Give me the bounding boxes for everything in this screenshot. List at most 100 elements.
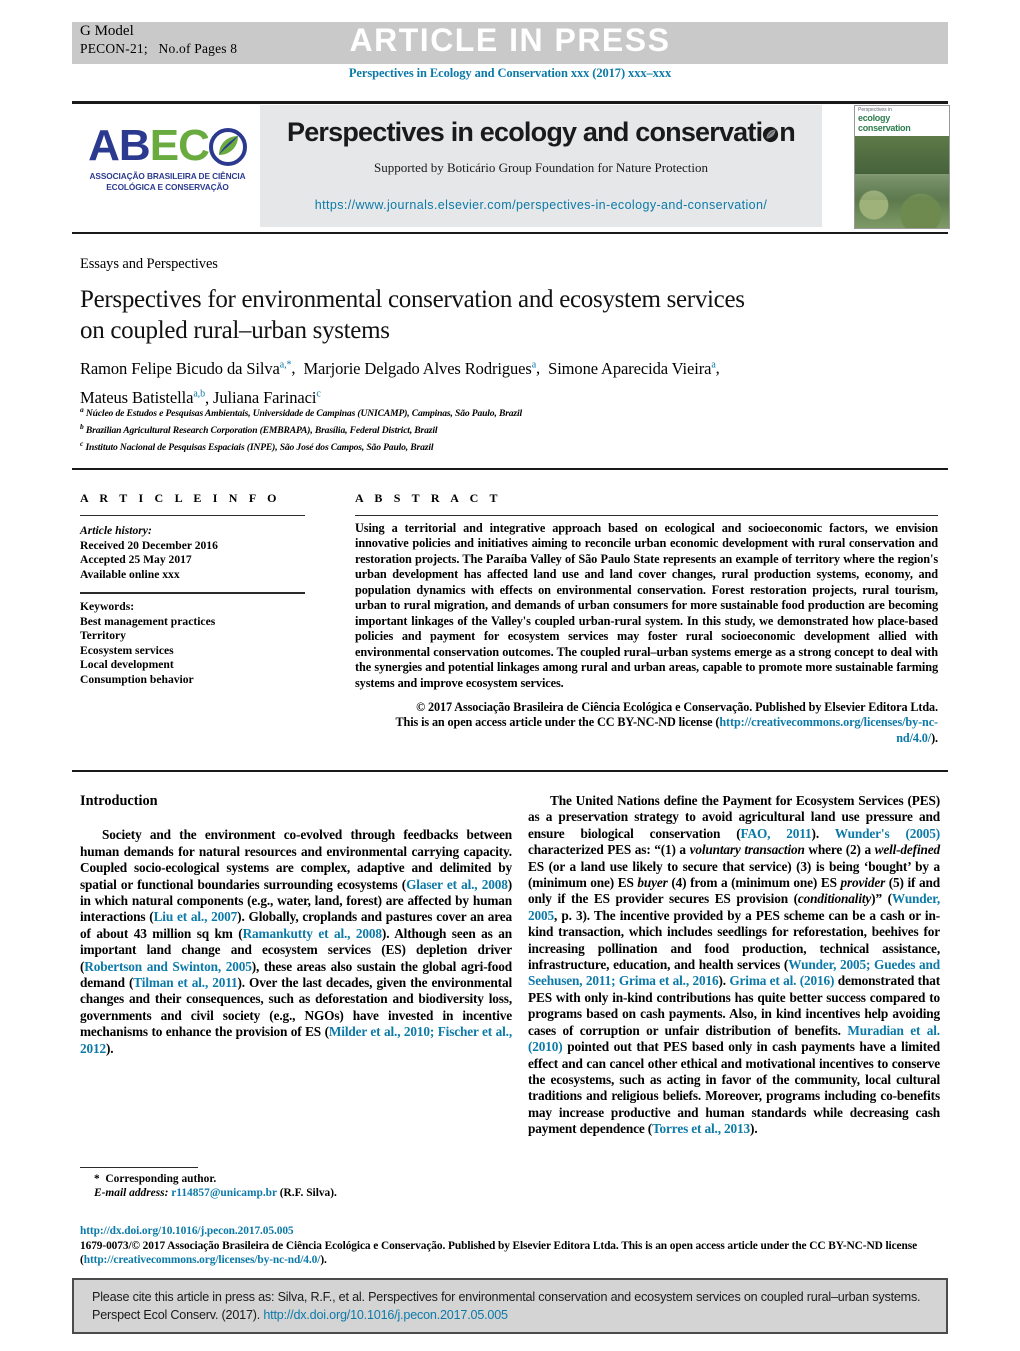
email-line: E-mail address: r114857@unicamp.br (R.F.… [80, 1186, 520, 1200]
affiliation-item: c Instituto Nacional de Pesquisas Espaci… [80, 438, 900, 455]
citation-fao[interactable]: FAO, 2011 [741, 826, 812, 841]
journal-title-tail: n [779, 117, 795, 147]
license-close-paren: ). [320, 1254, 327, 1267]
article-history-label: Article history: [80, 524, 152, 537]
issn-license-line: 1679-0073/© 2017 Associação Brasileira d… [80, 1239, 940, 1254]
pes-text-m: ). [750, 1121, 758, 1137]
author-name: Marjorie Delgado Alves Rodrigues [303, 358, 532, 378]
doi-and-license-block: http://dx.doi.org/10.1016/j.pecon.2017.0… [80, 1224, 940, 1268]
abeco-ec-text: EC [149, 121, 210, 170]
pes-text-b: ). [811, 825, 835, 841]
article-history-block: Article history: Received 20 December 20… [80, 524, 305, 582]
copyright-line1: © 2017 Associação Brasileira de Ciência … [416, 700, 938, 714]
author-entry: Ramon Felipe Bicudo da Silvaa,* [80, 358, 292, 378]
cite-this-article-box: Please cite this article in press as: Si… [72, 1278, 948, 1334]
affiliation-text: Instituto Nacional de Pesquisas Espaciai… [85, 441, 434, 453]
intro-paragraph-left: Society and the environment co-evolved t… [80, 827, 512, 1057]
author-marks: a,* [279, 359, 292, 370]
author-marks: a [711, 359, 716, 370]
cc-license-link[interactable]: http://creativecommons.org/licenses/by-n… [719, 715, 938, 744]
footnote-rule [80, 1167, 198, 1168]
citation-tilman[interactable]: Tilman et al., 2011 [133, 975, 237, 990]
body-column-left: Introduction Society and the environment… [80, 793, 512, 1057]
keywords-block: Keywords: Best management practices Terr… [80, 600, 305, 688]
introduction-heading: Introduction [80, 793, 158, 809]
cover-masthead: Perspectives in ecology conservation [855, 106, 949, 136]
author-name: Simone Aparecida Vieira [548, 358, 712, 378]
author-marks: a [531, 359, 537, 370]
body-column-right: The United Nations define the Payment fo… [528, 793, 940, 1138]
keyword-item: Consumption behavior [80, 672, 194, 686]
citation-liu[interactable]: Liu et al., 2007 [154, 909, 238, 924]
affiliation-list: a Núcleo de Estudos e Pesquisas Ambienta… [80, 404, 900, 454]
info-section-top-rule [72, 468, 948, 470]
abstract-copyright: © 2017 Associação Brasileira de Ciência … [355, 700, 938, 746]
citation-grima[interactable]: Grima et al. (2016) [729, 973, 834, 988]
email-label: E-mail address: [94, 1187, 169, 1200]
pes-text-j: ). [718, 973, 730, 989]
cite-doi-link[interactable]: http://dx.doi.org/10.1016/j.pecon.2017.0… [263, 1308, 508, 1322]
journal-homepage-link[interactable]: https://www.journals.elsevier.com/perspe… [260, 198, 822, 212]
author-email-link[interactable]: r114857@unicamp.br [171, 1187, 277, 1199]
emph-well-defined: well-defined [874, 842, 941, 858]
corresponding-author-note: * Corresponding author. E-mail address: … [80, 1172, 520, 1201]
corresponding-author-line: * Corresponding author. [80, 1172, 520, 1186]
doi-link[interactable]: http://dx.doi.org/10.1016/j.pecon.2017.0… [80, 1224, 940, 1239]
emph-provider: provider [840, 875, 886, 891]
footer-license-link[interactable]: http://creativecommons.org/licenses/by-n… [84, 1254, 321, 1266]
license-line: (http://creativecommons.org/licenses/by-… [80, 1253, 940, 1268]
affiliation-item: a Núcleo de Estudos e Pesquisas Ambienta… [80, 404, 900, 421]
journal-cover-thumbnail: Perspectives in ecology conservation [854, 105, 950, 229]
journal-running-head: Perspectives in Ecology and Conservation… [348, 66, 672, 80]
keyword-item: Local development [80, 658, 174, 672]
intro-paragraph-right: The United Nations define the Payment fo… [528, 793, 940, 1138]
journal-masthead: ABEC ASSOCIAÇÃO BRASILEIRA DE CIÊNCIA EC… [72, 105, 950, 229]
article-in-press-text: ARTICLE IN PRESS [349, 22, 671, 58]
citation-torres[interactable]: Torres et al., 2013 [652, 1121, 750, 1136]
author-marks: a,b [193, 388, 205, 400]
emph-buyer: buyer [637, 875, 668, 891]
affiliation-mark: b [80, 421, 84, 431]
article-accepted: Accepted 25 May 2017 [80, 553, 192, 567]
cover-title-big1: ecology [858, 113, 890, 123]
citation-glaser[interactable]: Glaser et al., 2008 [406, 877, 508, 892]
pes-text-h: )” ( [871, 891, 892, 907]
journal-leaf-o-icon [762, 119, 779, 143]
body-top-rule [72, 770, 948, 772]
section-type-label: Essays and Perspectives [80, 256, 218, 272]
citation-robertson[interactable]: Robertson and Swinton, 2005 [84, 959, 252, 974]
asterisk-marker: * [94, 1173, 100, 1185]
cover-title-big2: conservation [858, 123, 911, 133]
citation-ramankutty[interactable]: Ramankutty et al., 2008 [243, 926, 382, 941]
abeco-subtitle: ASSOCIAÇÃO BRASILEIRA DE CIÊNCIA ECOLÓGI… [80, 171, 255, 192]
cite-this-article-text: Please cite this article in press as: Si… [92, 1288, 932, 1324]
author-marks: c [316, 388, 321, 400]
emph-voluntary-transaction: voluntary transaction [689, 842, 805, 858]
abeco-leaf-icon [208, 128, 247, 166]
citation-wunder-2005-possessive[interactable]: Wunder's (2005) [835, 826, 940, 841]
abeco-subtitle-line1: ASSOCIAÇÃO BRASILEIRA DE CIÊNCIA [89, 171, 246, 181]
abstract-heading: A B S T R A C T [355, 491, 502, 505]
author-entry: Simone Aparecida Vieiraa [548, 359, 716, 378]
author-name: Ramon Felipe Bicudo da Silva [80, 358, 280, 378]
copyright-line2-post: ). [931, 730, 938, 745]
abeco-logo: ABEC ASSOCIAÇÃO BRASILEIRA DE CIÊNCIA EC… [80, 123, 255, 192]
copyright-line2-pre: This is an open access article under the… [395, 715, 720, 730]
abeco-wordmark: ABEC [80, 123, 255, 169]
masthead-bottom-rule [72, 232, 948, 234]
abeco-subtitle-line2: ECOLÓGICA E CONSERVAÇÃO [106, 181, 229, 192]
pes-text-c: characterized PES as: “(1) a [528, 842, 690, 858]
journal-title-banner: Perspectives in ecology and conservati n … [260, 105, 822, 227]
affiliation-text: Brazilian Agricultural Research Corporat… [85, 424, 438, 436]
page-title: Perspectives for environmental conservat… [80, 284, 870, 346]
author-entry: Marjorie Delgado Alves Rodriguesa [303, 359, 536, 378]
abstract-body: Using a territorial and integrative appr… [355, 521, 938, 690]
keyword-item: Best management practices [80, 614, 216, 628]
cover-title: Perspectives in ecology conservation [858, 107, 911, 133]
email-owner: (R.F. Silva). [279, 1187, 337, 1200]
keyword-item: Territory [80, 629, 126, 643]
affiliation-text: Núcleo de Estudos e Pesquisas Ambientais… [85, 408, 523, 420]
author-list: Ramon Felipe Bicudo da Silvaa,*, Marjori… [80, 358, 720, 408]
intro-text-g: ). [106, 1040, 114, 1056]
journal-title-text: Perspectives in ecology and conservati [286, 117, 763, 147]
